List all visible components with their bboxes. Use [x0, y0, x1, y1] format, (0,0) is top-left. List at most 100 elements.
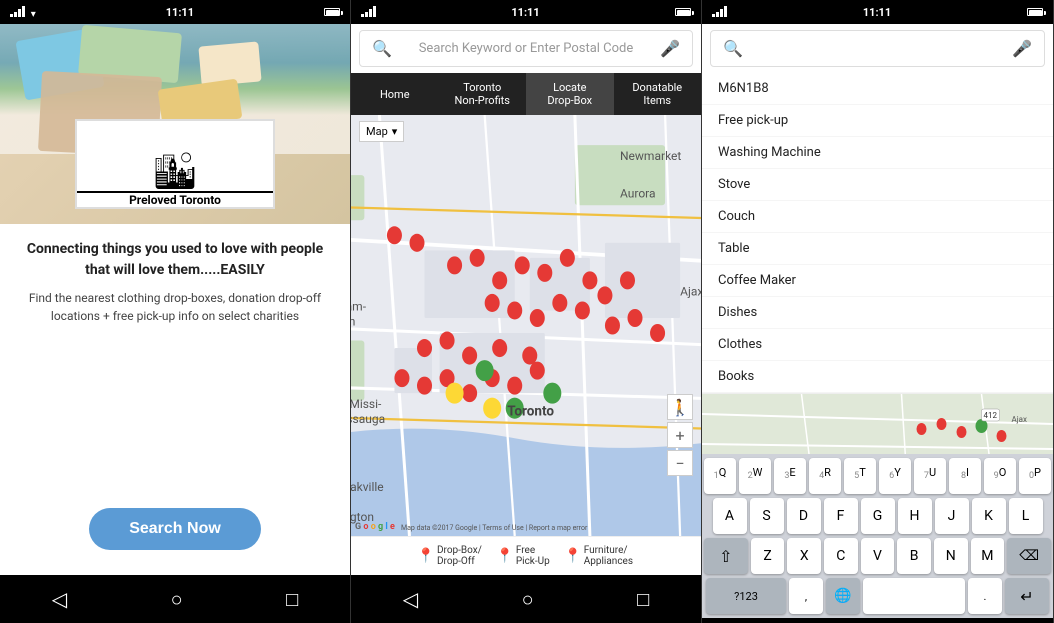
legend-dropbox-label: Drop-Box/Drop-Off: [437, 545, 482, 567]
zoom-out-button[interactable]: −: [667, 450, 693, 476]
search-bar-3[interactable]: 🔍 🎤: [710, 30, 1045, 67]
key-c[interactable]: C: [824, 538, 858, 574]
autocomplete-item-4[interactable]: Couch: [702, 201, 1053, 233]
key-a[interactable]: A: [713, 498, 747, 534]
search-placeholder-2[interactable]: Search Keyword or Enter Postal Code: [400, 41, 652, 56]
spacebar[interactable]: [863, 578, 965, 614]
nav-bar-3: ◁ ○ □: [702, 618, 1053, 623]
battery-icon-3: [1027, 8, 1043, 16]
back-button-1[interactable]: ◁: [52, 587, 67, 611]
cn-tower-icon: 🏙: [152, 153, 198, 189]
back-button-2[interactable]: ◁: [403, 587, 418, 611]
hero-image: 🏙 Preloved Toronto: [0, 24, 350, 224]
person-control[interactable]: 🚶: [667, 394, 693, 420]
key-k[interactable]: K: [972, 498, 1006, 534]
map-type-selector[interactable]: Map ▾: [359, 121, 404, 142]
recent-button-1[interactable]: □: [286, 587, 298, 612]
phone-1: ▾ 11:11 🏙 Preloved Toronto: [0, 0, 351, 623]
home-button-2[interactable]: ○: [522, 587, 534, 612]
svg-text:Newmarket: Newmarket: [620, 149, 681, 163]
comma-key[interactable]: ,: [789, 578, 823, 614]
key-z[interactable]: Z: [751, 538, 785, 574]
key-m[interactable]: M: [971, 538, 1005, 574]
key-g[interactable]: G: [861, 498, 895, 534]
tab-donatable[interactable]: DonatableItems: [614, 73, 702, 115]
map-type-chevron: ▾: [392, 125, 398, 138]
keyboard-number-row: 1Q 2W 3E 4R 5T 6Y 7U 8I 9O 0P: [704, 458, 1051, 494]
autocomplete-item-3[interactable]: Stove: [702, 169, 1053, 201]
key-1[interactable]: 1Q: [704, 458, 736, 494]
mic-icon-3[interactable]: 🎤: [1012, 39, 1032, 58]
key-5[interactable]: 5T: [844, 458, 876, 494]
svg-text:Oakville: Oakville: [351, 480, 384, 494]
autocomplete-item-5[interactable]: Table: [702, 233, 1053, 265]
period-key[interactable]: .: [968, 578, 1002, 614]
time-display-2: 11:11: [511, 6, 539, 19]
globe-key[interactable]: 🌐: [826, 578, 860, 614]
autocomplete-item-0[interactable]: M6N1B8: [702, 73, 1053, 105]
key-8[interactable]: 8I: [949, 458, 981, 494]
key-0[interactable]: 0P: [1019, 458, 1051, 494]
status-icons-right: [324, 8, 340, 16]
search-icon-3: 🔍: [723, 39, 743, 58]
autocomplete-item-2[interactable]: Washing Machine: [702, 137, 1053, 169]
mic-icon-2[interactable]: 🎤: [660, 39, 680, 58]
legend-pin-green: 📍: [498, 547, 512, 565]
enter-key[interactable]: ↵: [1005, 578, 1049, 614]
status-bar-3: 11:11: [702, 0, 1053, 24]
key-n[interactable]: N: [934, 538, 968, 574]
search-input-3[interactable]: [751, 41, 1004, 56]
map-legend: 📍 Drop-Box/Drop-Off 📍 FreePick-Up 📍 Furn…: [351, 536, 701, 575]
key-b[interactable]: B: [897, 538, 931, 574]
tagline-section: Connecting things you used to love with …: [20, 239, 330, 325]
map-type-label: Map: [366, 125, 388, 138]
home-button-1[interactable]: ○: [171, 587, 183, 612]
tab-nonprofits[interactable]: TorontoNon-Profits: [439, 73, 527, 115]
map-controls: 🚶 + −: [667, 394, 693, 476]
shift-key[interactable]: ⇧: [704, 538, 748, 574]
key-9[interactable]: 9O: [984, 458, 1016, 494]
key-d[interactable]: D: [787, 498, 821, 534]
app-name: Preloved Toronto: [77, 191, 273, 207]
legend-pickup: 📍 FreePick-Up: [498, 545, 550, 567]
google-logo: G o o g l e: [355, 522, 395, 532]
search-bar-2[interactable]: 🔍 Search Keyword or Enter Postal Code 🎤: [359, 30, 693, 67]
autocomplete-item-8[interactable]: Clothes: [702, 329, 1053, 361]
autocomplete-item-7[interactable]: Dishes: [702, 297, 1053, 329]
tab-dropbox[interactable]: LocateDrop-Box: [526, 73, 614, 115]
key-f[interactable]: F: [824, 498, 858, 534]
tagline-text: Connecting things you used to love with …: [20, 239, 330, 281]
recent-button-2[interactable]: □: [637, 587, 649, 612]
key-v[interactable]: V: [861, 538, 895, 574]
key-s[interactable]: S: [750, 498, 784, 534]
key-j[interactable]: J: [935, 498, 969, 534]
keyboard-row-2: A S D F G H J K L: [704, 498, 1051, 534]
key-h[interactable]: H: [898, 498, 932, 534]
battery-icon-2: [675, 8, 691, 16]
keyboard[interactable]: 1Q 2W 3E 4R 5T 6Y 7U 8I 9O 0P A S D F G …: [702, 454, 1053, 618]
key-4[interactable]: 4R: [809, 458, 841, 494]
status-icons-right-2: [675, 8, 691, 16]
backspace-key[interactable]: ⌫: [1007, 538, 1051, 574]
key-7[interactable]: 7U: [914, 458, 946, 494]
phone1-body: Connecting things you used to love with …: [0, 224, 350, 575]
autocomplete-item-1[interactable]: Free pick-up: [702, 105, 1053, 137]
map-area[interactable]: Newmarket Aurora Ajax Bram- pton Toronto…: [351, 115, 701, 536]
tab-bar-2: Home TorontoNon-Profits LocateDrop-Box D…: [351, 73, 701, 115]
key-3[interactable]: 3E: [774, 458, 806, 494]
sym-key[interactable]: ?123: [706, 578, 786, 614]
key-x[interactable]: X: [787, 538, 821, 574]
tab-home-label: Home: [380, 88, 410, 101]
search-now-button[interactable]: Search Now: [89, 508, 261, 550]
map-svg: Newmarket Aurora Ajax Bram- pton Toronto…: [351, 115, 701, 536]
zoom-in-button[interactable]: +: [667, 422, 693, 448]
key-l[interactable]: L: [1009, 498, 1043, 534]
svg-text:412: 412: [984, 411, 998, 420]
autocomplete-item-6[interactable]: Coffee Maker: [702, 265, 1053, 297]
key-2[interactable]: 2W: [739, 458, 771, 494]
tab-home[interactable]: Home: [351, 73, 439, 115]
autocomplete-item-9[interactable]: Books: [702, 361, 1053, 393]
key-6[interactable]: 6Y: [879, 458, 911, 494]
status-icons-left: ▾: [10, 5, 36, 20]
wifi-icon: ▾: [31, 9, 36, 20]
